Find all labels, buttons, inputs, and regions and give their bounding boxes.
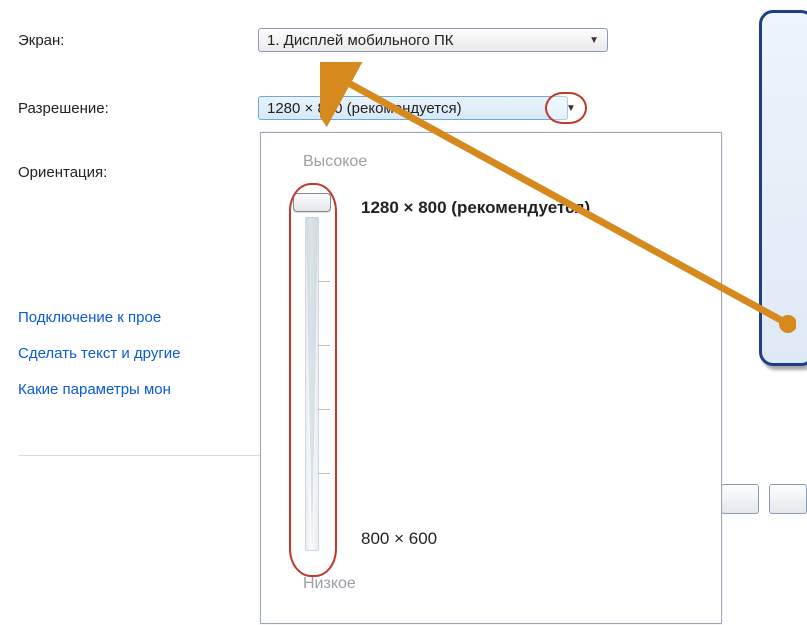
chevron-down-icon: ▼ [566,103,576,114]
dialog-button-2[interactable] [769,484,807,514]
screen-dropdown[interactable]: 1. Дисплей мобильного ПК ▼ [258,28,608,52]
resolution-dropdown-value: 1280 × 800 (рекомендуется) [267,100,462,117]
slider-low-label: Низкое [303,575,356,593]
resolution-option-current[interactable]: 1280 × 800 (рекомендуется) [361,198,590,218]
screen-dropdown-value: 1. Дисплей мобильного ПК [267,32,453,49]
text-size-link[interactable]: Сделать текст и другие [18,336,181,372]
annotation-callout [759,10,807,366]
monitor-params-link[interactable]: Какие параметры мон [18,372,181,408]
resolution-label: Разрешение: [18,100,258,117]
highlight-ring: ▼ [545,92,587,124]
resolution-dropdown[interactable]: 1280 × 800 (рекомендуется) ▼ [258,96,568,120]
slider-tick [318,473,330,474]
slider-tick [318,409,330,410]
screen-label: Экран: [18,32,258,49]
dialog-button-1[interactable] [721,484,759,514]
orientation-label: Ориентация: [18,164,258,181]
resolution-flyout: Высокое Низкое 1280 × 800 (рекомендуется… [260,132,722,624]
resolution-option-min[interactable]: 800 × 600 [361,529,437,549]
slider-high-label: Высокое [303,153,367,171]
chevron-down-icon: ▼ [589,35,599,46]
resolution-slider-thumb[interactable] [293,193,331,212]
slider-tick [318,345,330,346]
resolution-slider-track[interactable] [305,217,319,551]
projector-link[interactable]: Подключение к прое [18,300,181,336]
slider-tick [318,281,330,282]
